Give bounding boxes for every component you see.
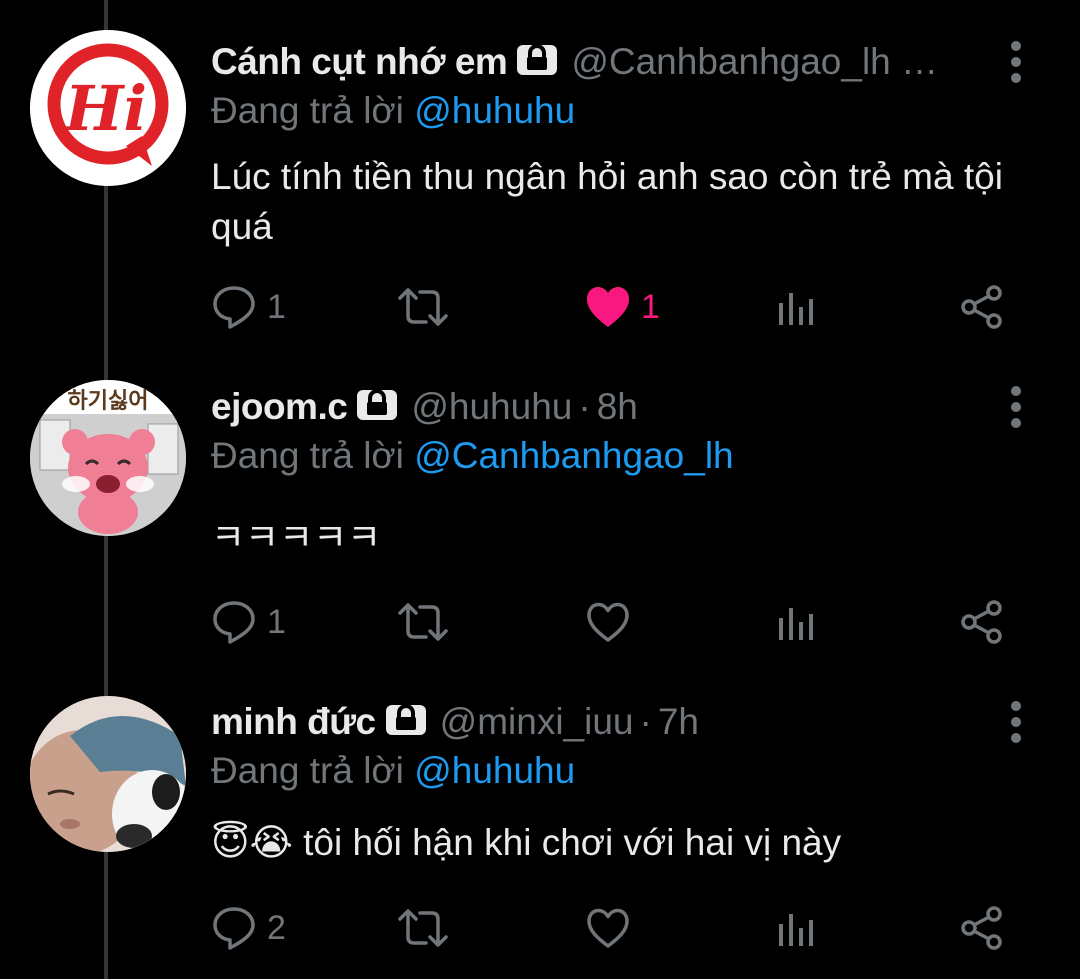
share-icon xyxy=(961,285,1002,329)
tweet-header: minh đức @minxi_iuu · 7h xyxy=(211,700,699,744)
tweet[interactable]: Hi Cánh cụt nhớ em @Canhbanhgao_lh … Đan… xyxy=(0,0,1080,370)
share-icon xyxy=(961,906,1002,950)
avatar-logo-text: Hi xyxy=(63,72,147,145)
analytics-icon xyxy=(779,608,813,640)
reply-button[interactable]: 1 xyxy=(211,597,286,647)
reply-icon xyxy=(213,286,255,329)
reply-mention-link[interactable]: @huhuhu xyxy=(414,750,575,791)
lock-icon xyxy=(385,701,426,744)
tweet-text: Lúc tính tiền thu ngân hỏi anh sao còn t… xyxy=(211,156,1003,247)
more-options-icon[interactable] xyxy=(1008,40,1024,89)
reply-prefix: Đang trả lời xyxy=(211,435,415,476)
like-count: 1 xyxy=(641,287,660,326)
hi-logo-icon: Hi xyxy=(30,30,186,186)
reply-count: 1 xyxy=(267,602,286,641)
reply-mention-link[interactable]: @Canhbanhgao_lh xyxy=(414,435,733,476)
tweet-actions: 1 xyxy=(211,597,1031,647)
person-with-cat-photo-icon xyxy=(30,696,186,852)
separator-dot: · xyxy=(639,701,652,742)
share-button[interactable] xyxy=(959,597,1005,647)
tweet-actions: 1 1 xyxy=(211,282,1031,332)
reply-button[interactable]: 2 xyxy=(211,903,286,953)
reply-prefix: Đang trả lời xyxy=(211,90,415,131)
analytics-button[interactable] xyxy=(776,282,816,332)
lock-icon xyxy=(357,386,398,429)
reply-mention-link[interactable]: @huhuhu xyxy=(414,90,575,131)
more-options-icon[interactable] xyxy=(1008,700,1024,749)
avatar[interactable]: Hi xyxy=(30,30,186,186)
user-handle[interactable]: @minxi_iuu xyxy=(440,701,634,743)
display-name[interactable]: Cánh cụt nhớ em xyxy=(211,41,508,83)
tweet-text: ㅋㅋㅋㅋㅋ xyxy=(211,517,382,558)
analytics-icon xyxy=(779,293,813,325)
reply-icon xyxy=(213,907,255,950)
lock-icon xyxy=(517,41,558,84)
retweet-icon xyxy=(398,909,448,947)
retweet-button[interactable] xyxy=(396,597,460,647)
analytics-button[interactable] xyxy=(776,903,816,953)
more-options-icon[interactable] xyxy=(1008,385,1024,434)
display-name[interactable]: ejoom.c xyxy=(211,386,348,428)
tweet[interactable]: minh đức @minxi_iuu · 7h Đang trả lời @h… xyxy=(0,660,1080,979)
tweet-text: 😇😭 tôi hối hận khi chơi với hai vị này xyxy=(211,822,842,863)
reply-count: 2 xyxy=(267,908,286,947)
heart-icon xyxy=(587,602,629,642)
timestamp[interactable]: 7h xyxy=(658,701,699,743)
avatar[interactable] xyxy=(30,696,186,852)
share-button[interactable] xyxy=(959,903,1005,953)
replying-to: Đang trả lời @huhuhu xyxy=(211,750,575,792)
retweet-icon xyxy=(398,603,448,641)
replying-to: Đang trả lời @Canhbanhgao_lh xyxy=(211,435,734,477)
user-handle[interactable]: @Canhbanhgao_lh … xyxy=(571,41,938,83)
sticker-text: 하기싫어 xyxy=(68,389,149,414)
tweet-header: ejoom.c @huhuhu · 8h xyxy=(211,385,638,429)
tweet-actions: 2 xyxy=(211,903,1031,953)
like-button[interactable] xyxy=(585,597,641,647)
crying-bear-sticker-icon: 하기싫어 xyxy=(30,380,186,536)
retweet-icon xyxy=(398,288,448,326)
share-button[interactable] xyxy=(959,282,1005,332)
separator-dot: · xyxy=(578,386,591,427)
timestamp[interactable]: 8h xyxy=(597,386,638,428)
reply-icon xyxy=(213,601,255,644)
analytics-icon xyxy=(779,914,813,946)
user-handle[interactable]: @huhuhu xyxy=(411,386,572,428)
heart-filled-icon xyxy=(587,287,629,327)
reply-count: 1 xyxy=(267,287,286,326)
reply-prefix: Đang trả lời xyxy=(211,750,415,791)
replying-to: Đang trả lời @huhuhu xyxy=(211,90,575,132)
display-name[interactable]: minh đức xyxy=(211,701,376,743)
tweet[interactable]: 하기싫어 ejoom.c @huhuhu · 8h Đang trả lời @… xyxy=(0,345,1080,690)
like-button[interactable]: 1 xyxy=(585,282,660,332)
reply-button[interactable]: 1 xyxy=(211,282,286,332)
retweet-button[interactable] xyxy=(396,282,460,332)
heart-icon xyxy=(587,908,629,948)
avatar[interactable]: 하기싫어 xyxy=(30,380,186,536)
share-icon xyxy=(961,600,1002,644)
tweet-header: Cánh cụt nhớ em @Canhbanhgao_lh … xyxy=(211,40,938,84)
like-button[interactable] xyxy=(585,903,641,953)
analytics-button[interactable] xyxy=(776,597,816,647)
retweet-button[interactable] xyxy=(396,903,460,953)
